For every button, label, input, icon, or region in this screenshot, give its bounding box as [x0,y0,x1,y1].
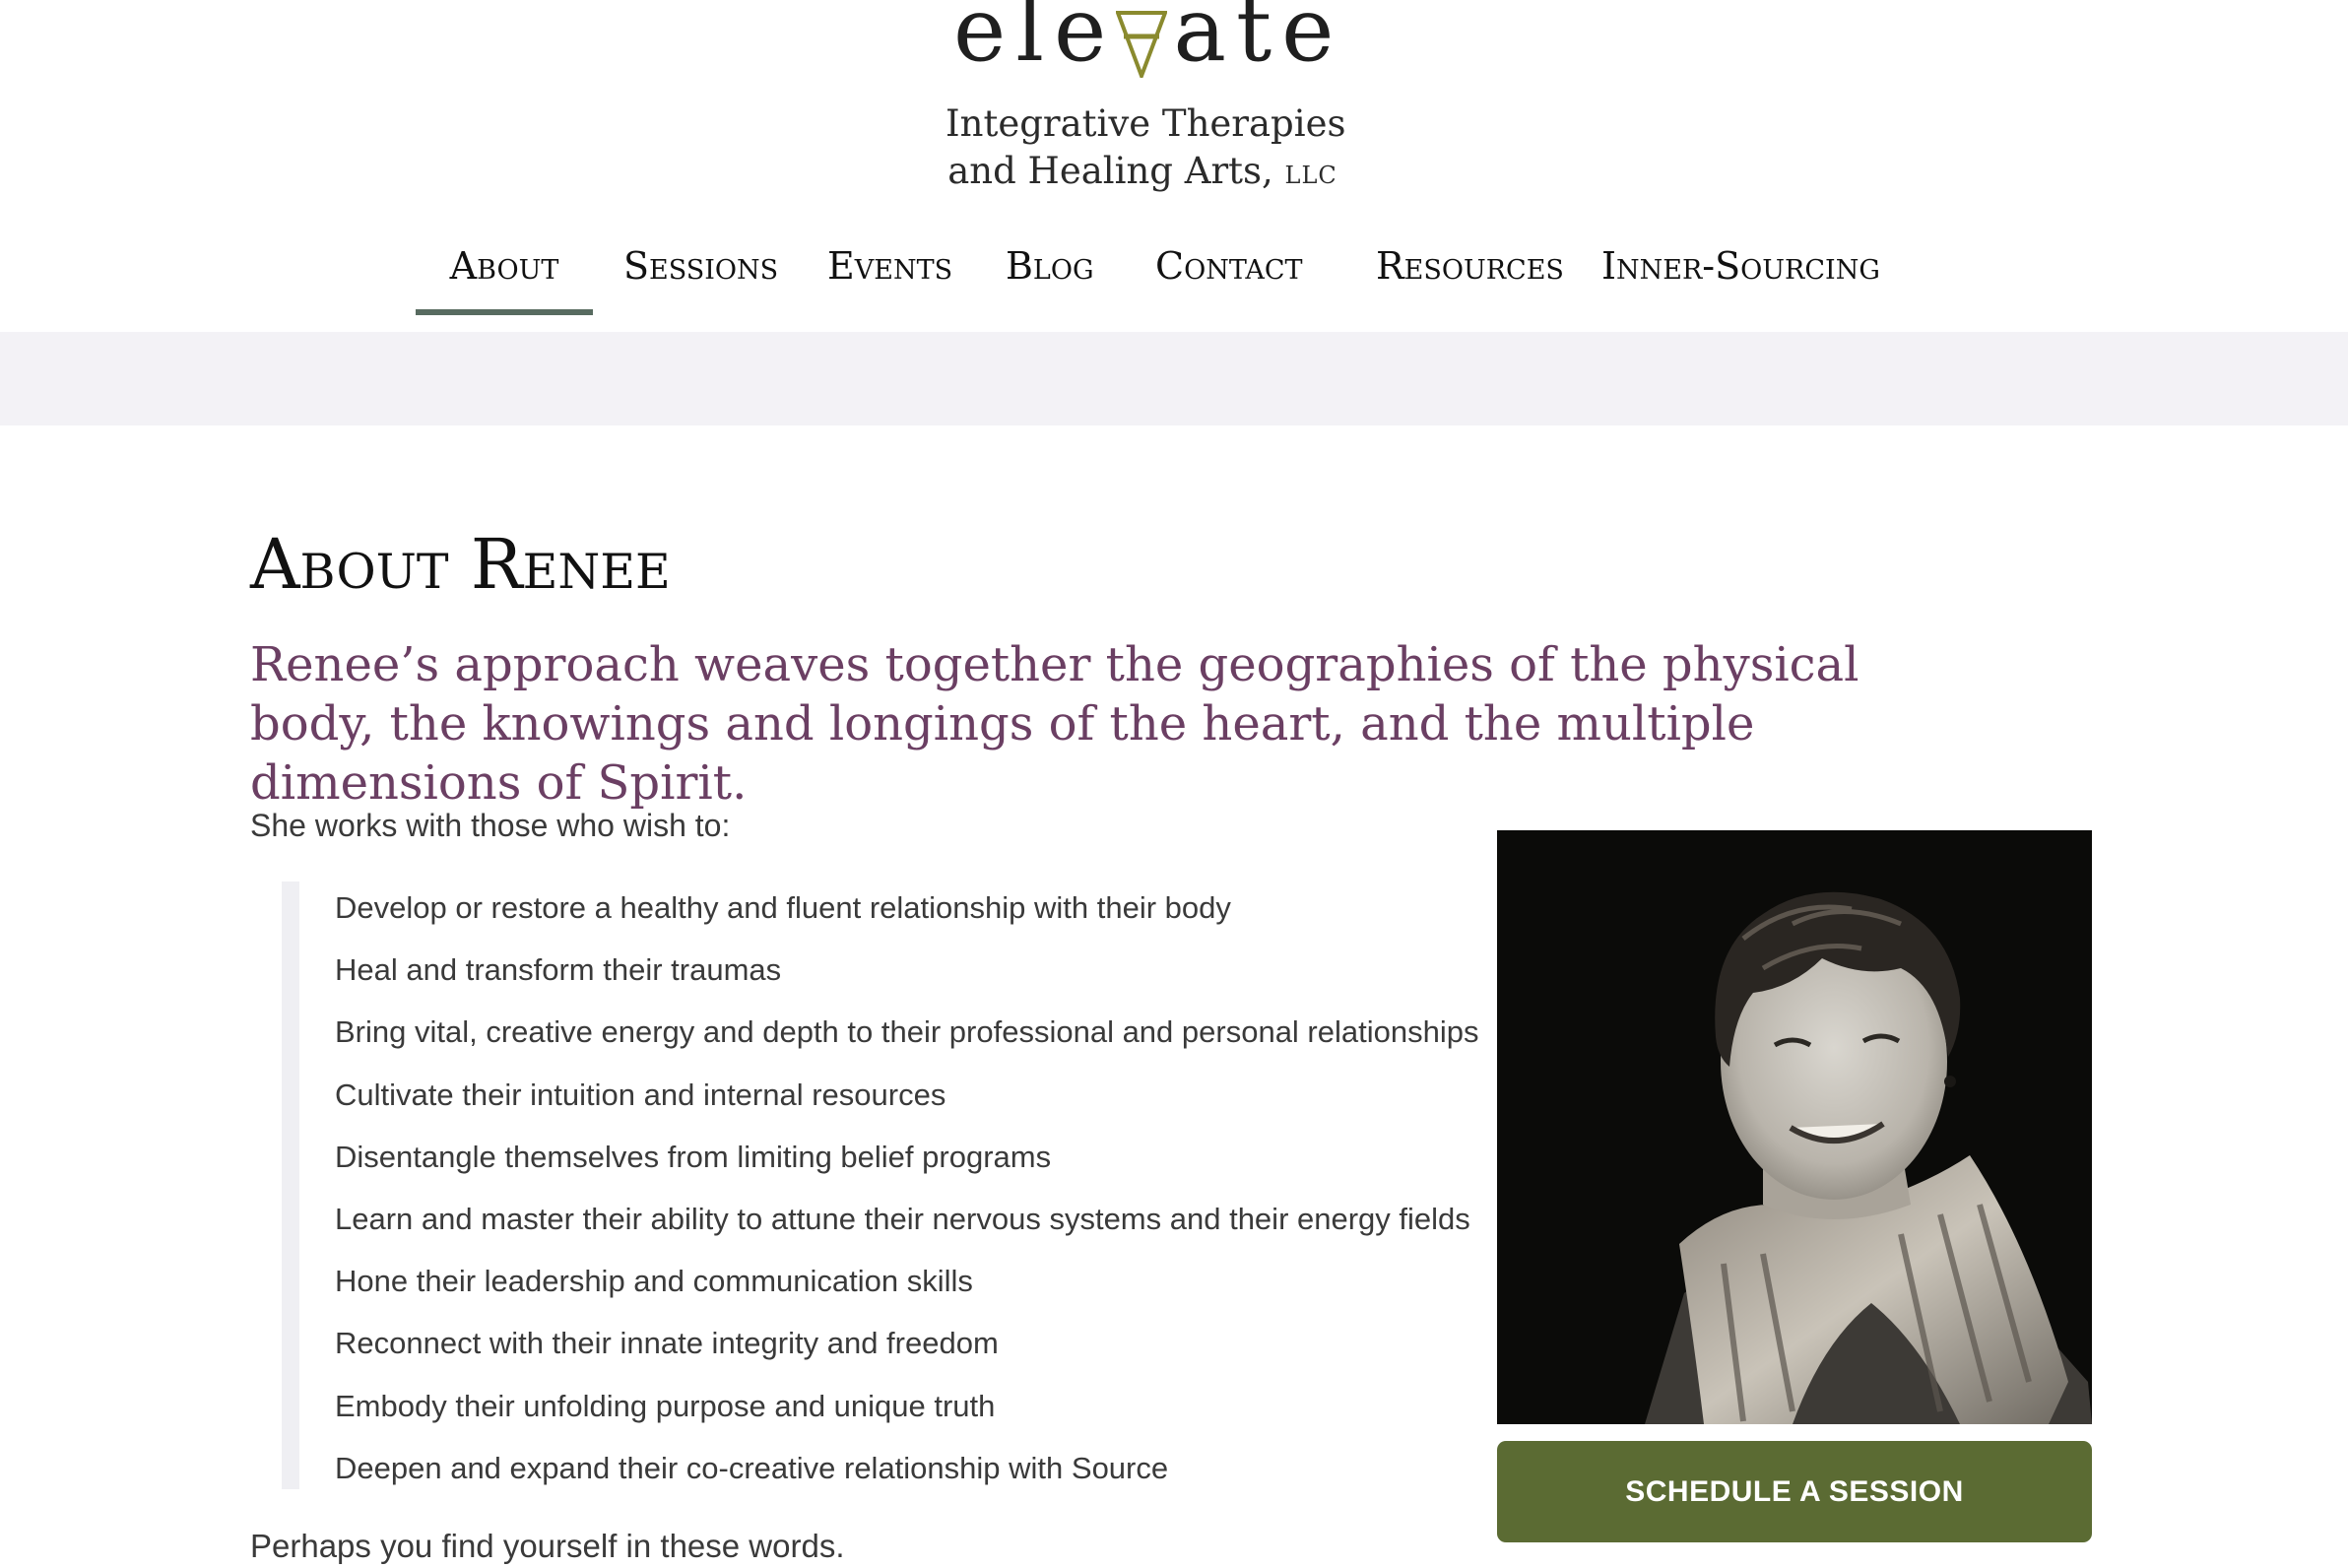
header-band [0,332,2348,425]
list-item: Cultivate their intuition and internal r… [335,1077,946,1112]
list-item: Learn and master their ability to attune… [335,1201,1470,1236]
list-item: Reconnect with their innate integrity an… [335,1326,999,1361]
nav-item-inner-sourcing[interactable]: Inner-Sourcing [1601,227,1880,315]
portrait-photo [1497,830,2092,1424]
logo-wordmark-left: ele [953,0,1117,82]
list-item: Embody their unfolding purpose and uniqu… [335,1388,996,1423]
bullet-list: Develop or restore a healthy and fluent … [282,882,1479,1489]
intro-text: She works with those who wish to: [250,808,731,843]
nav-item-about[interactable]: About [416,227,593,315]
list-item: Deepen and expand their co-creative rela… [335,1450,1169,1485]
list-item: Hone their leadership and communication … [335,1264,973,1299]
portrait-image [1497,830,2092,1424]
logo-wordmark-right: ate [1173,0,1344,82]
nav-item-events[interactable]: Events [827,227,952,315]
nav-item-sessions[interactable]: Sessions [623,227,778,315]
list-item: Develop or restore a healthy and fluent … [335,890,1231,925]
logo-tagline-text: and Healing Arts, [947,150,1273,192]
page-title: About Renee [250,524,671,605]
list-item: Bring vital, creative energy and depth t… [335,1014,1479,1050]
main-nav: About Sessions Events Blog Contact Resou… [0,227,2348,315]
logo-tagline-line2: and Healing Arts, LLC [946,149,1339,198]
schedule-session-button[interactable]: SCHEDULE A SESSION [1497,1441,2092,1542]
list-item: Disentangle themselves from limiting bel… [335,1139,1052,1174]
logo-tagline-llc: LLC [1284,162,1337,189]
list-item: Heal and transform their traumas [335,952,782,988]
logo-tagline-line1: Integrative Therapies [946,102,1346,145]
nav-item-contact[interactable]: Contact [1155,227,1303,315]
outro-text: Perhaps you find yourself in these words… [250,1528,845,1564]
site-logo[interactable]: ele ate Integrative Therapies and Healing… [0,0,2348,202]
logo-v-mark-icon [1116,11,1167,78]
lead-paragraph: Renee’s approach weaves together the geo… [250,637,1859,811]
nav-item-blog[interactable]: Blog [1006,227,1094,315]
nav-item-resources[interactable]: Resources [1376,227,1564,315]
